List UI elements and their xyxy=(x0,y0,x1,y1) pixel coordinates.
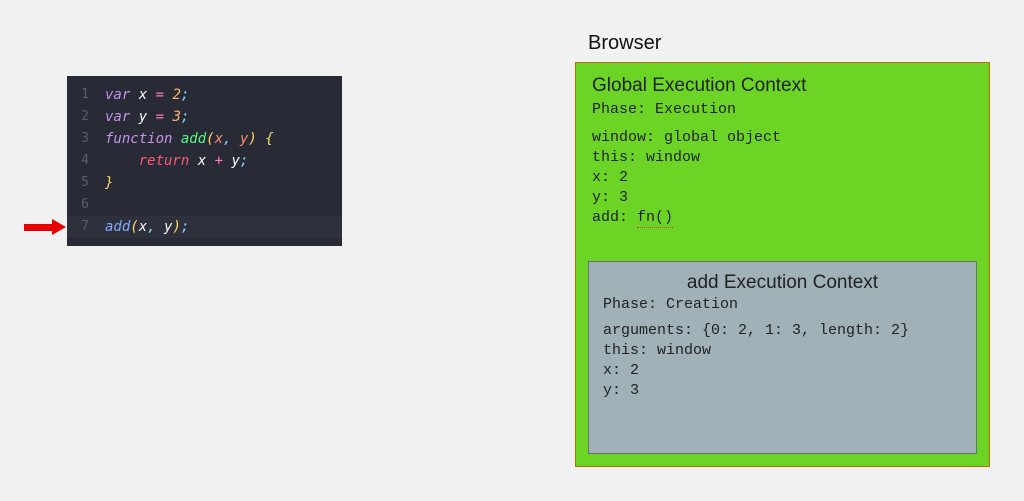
op: = xyxy=(147,87,172,103)
id: x xyxy=(198,153,206,169)
code-editor: 1 2 3 4 5 6 7 var x = 2; var y = 3; func… xyxy=(67,76,342,246)
code-line: function add(x, y) { xyxy=(105,128,274,150)
sp xyxy=(130,109,138,125)
sp xyxy=(189,153,197,169)
punc: , xyxy=(223,131,240,147)
call: add xyxy=(105,219,130,235)
kw: var xyxy=(105,109,130,125)
code-line xyxy=(105,194,274,216)
k: this: xyxy=(592,149,646,166)
current-line-arrow-icon xyxy=(24,219,66,235)
v: 3 xyxy=(619,189,628,206)
v: window xyxy=(657,342,711,359)
global-phase: Phase: Execution xyxy=(592,101,973,118)
kv-y: y: 3 xyxy=(603,381,962,401)
num: 2 xyxy=(172,87,180,103)
phase-label: Phase: xyxy=(592,101,655,118)
punc: ; xyxy=(240,153,248,169)
line-number: 3 xyxy=(67,128,97,150)
id: y xyxy=(139,109,147,125)
code-line: var x = 2; xyxy=(105,84,274,106)
k: y: xyxy=(603,382,630,399)
k: window: xyxy=(592,129,664,146)
v: 2 xyxy=(630,362,639,379)
brace: } xyxy=(105,175,113,191)
add-execution-context-box: add Execution Context Phase: Creation ar… xyxy=(588,261,977,454)
add-phase: Phase: Creation xyxy=(603,296,962,313)
phase-value: Creation xyxy=(666,296,738,313)
op: + xyxy=(206,153,231,169)
line-number: 5 xyxy=(67,172,97,194)
code-line: var y = 3; xyxy=(105,106,274,128)
kv-window: window: global object xyxy=(592,128,973,148)
code-line: } xyxy=(105,172,274,194)
k: arguments: xyxy=(603,322,702,339)
punc: ; xyxy=(181,109,189,125)
ret: return xyxy=(139,153,190,169)
kv-this: this: window xyxy=(592,148,973,168)
kv-x: x: 2 xyxy=(603,361,962,381)
k: y: xyxy=(592,189,619,206)
v: window xyxy=(646,149,700,166)
global-context-title: Global Execution Context xyxy=(592,75,973,97)
line-number: 7 xyxy=(67,216,97,238)
line-gutter: 1 2 3 4 5 6 7 xyxy=(67,84,97,238)
id: x xyxy=(139,219,147,235)
line-number: 6 xyxy=(67,194,97,216)
num: 3 xyxy=(172,109,180,125)
phase-value: Execution xyxy=(655,101,736,118)
code-line: add(x, y); xyxy=(105,216,274,238)
fn: add xyxy=(181,131,206,147)
param: x xyxy=(215,131,223,147)
v: {0: 2, 1: 3, length: 2} xyxy=(702,322,909,339)
kw: var xyxy=(105,87,130,103)
id: x xyxy=(139,87,147,103)
k: x: xyxy=(592,169,619,186)
kv-this: this: window xyxy=(603,341,962,361)
v: global object xyxy=(664,129,781,146)
add-context-title: add Execution Context xyxy=(603,272,962,294)
kv-add: add: fn() xyxy=(592,208,973,228)
global-execution-context-box: Global Execution Context Phase: Executio… xyxy=(575,62,990,467)
k: this: xyxy=(603,342,657,359)
v: 2 xyxy=(619,169,628,186)
line-number: 2 xyxy=(67,106,97,128)
sp xyxy=(130,87,138,103)
k: add: xyxy=(592,209,637,226)
id: y xyxy=(231,153,239,169)
kw: function xyxy=(105,131,181,147)
phase-label: Phase: xyxy=(603,296,666,313)
op: = xyxy=(147,109,172,125)
v: fn() xyxy=(637,209,673,228)
paren: ( xyxy=(206,131,214,147)
kv-arguments: arguments: {0: 2, 1: 3, length: 2} xyxy=(603,321,962,341)
paren: ) xyxy=(248,131,265,147)
code-body: var x = 2; var y = 3; function add(x, y)… xyxy=(105,84,274,238)
code-line: return x + y; xyxy=(105,150,274,172)
punc: ; xyxy=(181,219,189,235)
indent xyxy=(105,153,139,169)
k: x: xyxy=(603,362,630,379)
punc: ; xyxy=(181,87,189,103)
v: 3 xyxy=(630,382,639,399)
paren: ( xyxy=(130,219,138,235)
kv-y: y: 3 xyxy=(592,188,973,208)
punc: , xyxy=(147,219,164,235)
line-number: 4 xyxy=(67,150,97,172)
paren: ) xyxy=(172,219,180,235)
browser-label: Browser xyxy=(588,32,661,55)
kv-x: x: 2 xyxy=(592,168,973,188)
line-number: 1 xyxy=(67,84,97,106)
brace: { xyxy=(265,131,273,147)
